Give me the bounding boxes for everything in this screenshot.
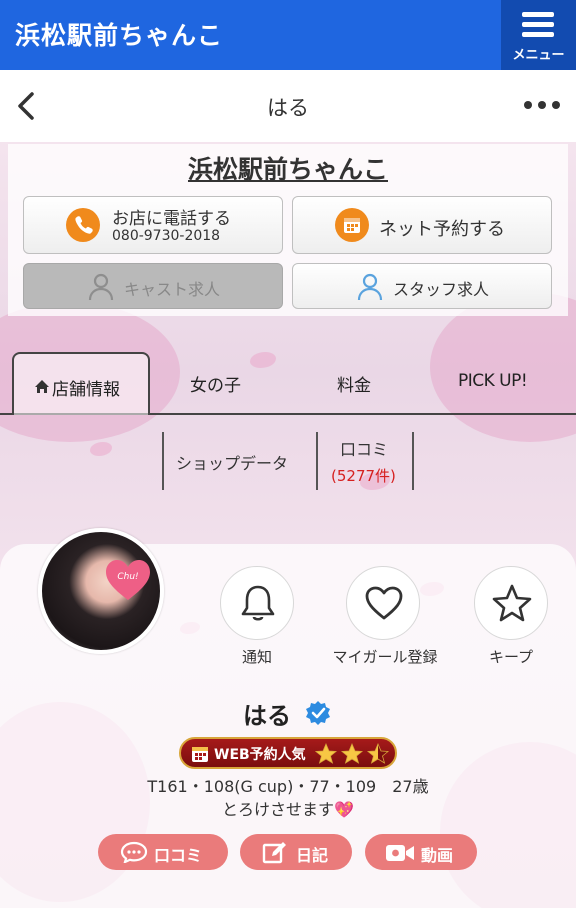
rating-stars xyxy=(315,743,390,764)
app-bar: 浜松駅前ちゃんこ メニュー xyxy=(0,0,576,70)
net-reserve-button[interactable]: ネット予約する xyxy=(292,196,552,254)
star-icon xyxy=(492,584,532,622)
tab-label: 店舗情報 xyxy=(52,380,120,400)
catchphrase: とろけさせます💖 xyxy=(222,800,354,819)
call-shop-button[interactable]: お店に電話する 080-9730-2018 xyxy=(23,196,283,254)
sub-tab-reviews[interactable]: 口コミ xyxy=(340,436,388,460)
verified-badge-icon xyxy=(306,701,330,725)
keep-button[interactable] xyxy=(474,566,548,640)
girl-name: はる xyxy=(243,702,291,730)
rank-badge: WEB予約人気 xyxy=(179,737,397,769)
page-title: はる xyxy=(267,96,309,120)
tab-pickup[interactable]: PICK UP! xyxy=(458,371,528,391)
tab-shop-info[interactable]: 店舗情報 xyxy=(12,352,150,415)
chat-icon xyxy=(120,841,148,863)
calendar-icon xyxy=(192,747,208,762)
notify-button[interactable] xyxy=(220,566,294,640)
shop-name[interactable]: 浜松駅前ちゃんこ xyxy=(0,150,576,186)
menu-label: メニュー xyxy=(512,48,565,63)
avatar[interactable]: Chu! xyxy=(38,528,164,654)
review-count: (5277件) xyxy=(331,467,396,485)
call-label: お店に電話する xyxy=(112,209,231,229)
cast-recruit-label: キャスト求人 xyxy=(124,280,221,299)
review-button[interactable]: 口コミ xyxy=(98,834,228,870)
video-icon xyxy=(386,845,414,861)
rank-label: WEB予約人気 xyxy=(214,747,306,763)
phone-number: 080-9730-2018 xyxy=(112,228,221,244)
phone-icon xyxy=(66,208,100,242)
review-button-label: 口コミ xyxy=(154,846,203,865)
staff-recruit-button[interactable]: スタッフ求人 xyxy=(292,263,552,309)
sub-tab-shop-data[interactable]: ショップデータ xyxy=(176,450,288,474)
staff-recruit-label: スタッフ求人 xyxy=(393,280,490,299)
sticker-text: Chu! xyxy=(117,572,139,582)
menu-button[interactable]: メニュー xyxy=(501,0,576,70)
reserve-label: ネット予約する xyxy=(379,219,505,240)
my-girl-button[interactable] xyxy=(346,566,420,640)
more-options-icon[interactable] xyxy=(522,90,562,120)
notify-label: 通知 xyxy=(241,648,272,666)
diary-button-label: 日記 xyxy=(296,846,329,865)
video-button-label: 動画 xyxy=(421,846,454,865)
body-stats: T161・108(G cup)・77・109 27歳 xyxy=(147,777,429,796)
bell-icon xyxy=(241,585,275,621)
tab-price[interactable]: 料金 xyxy=(337,371,371,396)
sub-tab-divider xyxy=(162,432,164,490)
calendar-icon xyxy=(335,208,369,242)
nav-bar: はる xyxy=(0,70,576,142)
cast-recruit-button[interactable]: キャスト求人 xyxy=(23,263,283,309)
heart-sticker: Chu! xyxy=(106,560,150,602)
heart-icon xyxy=(365,586,403,620)
sub-tab-divider xyxy=(412,432,414,490)
app-title[interactable]: 浜松駅前ちゃんこ xyxy=(15,16,223,52)
home-icon xyxy=(35,380,49,393)
video-button[interactable]: 動画 xyxy=(365,834,477,870)
diary-button[interactable]: 日記 xyxy=(240,834,352,870)
keep-label: キープ xyxy=(488,648,534,666)
person-icon xyxy=(357,273,383,301)
person-icon xyxy=(88,273,114,301)
tab-bar: 店舗情報 女の子 料金 PICK UP! xyxy=(0,352,576,416)
edit-icon xyxy=(262,842,286,864)
my-girl-label: マイガール登録 xyxy=(332,648,438,666)
petal-decoration xyxy=(90,442,112,456)
sub-tab-divider xyxy=(316,432,318,490)
hamburger-icon xyxy=(522,12,554,42)
tab-girls[interactable]: 女の子 xyxy=(190,371,241,396)
